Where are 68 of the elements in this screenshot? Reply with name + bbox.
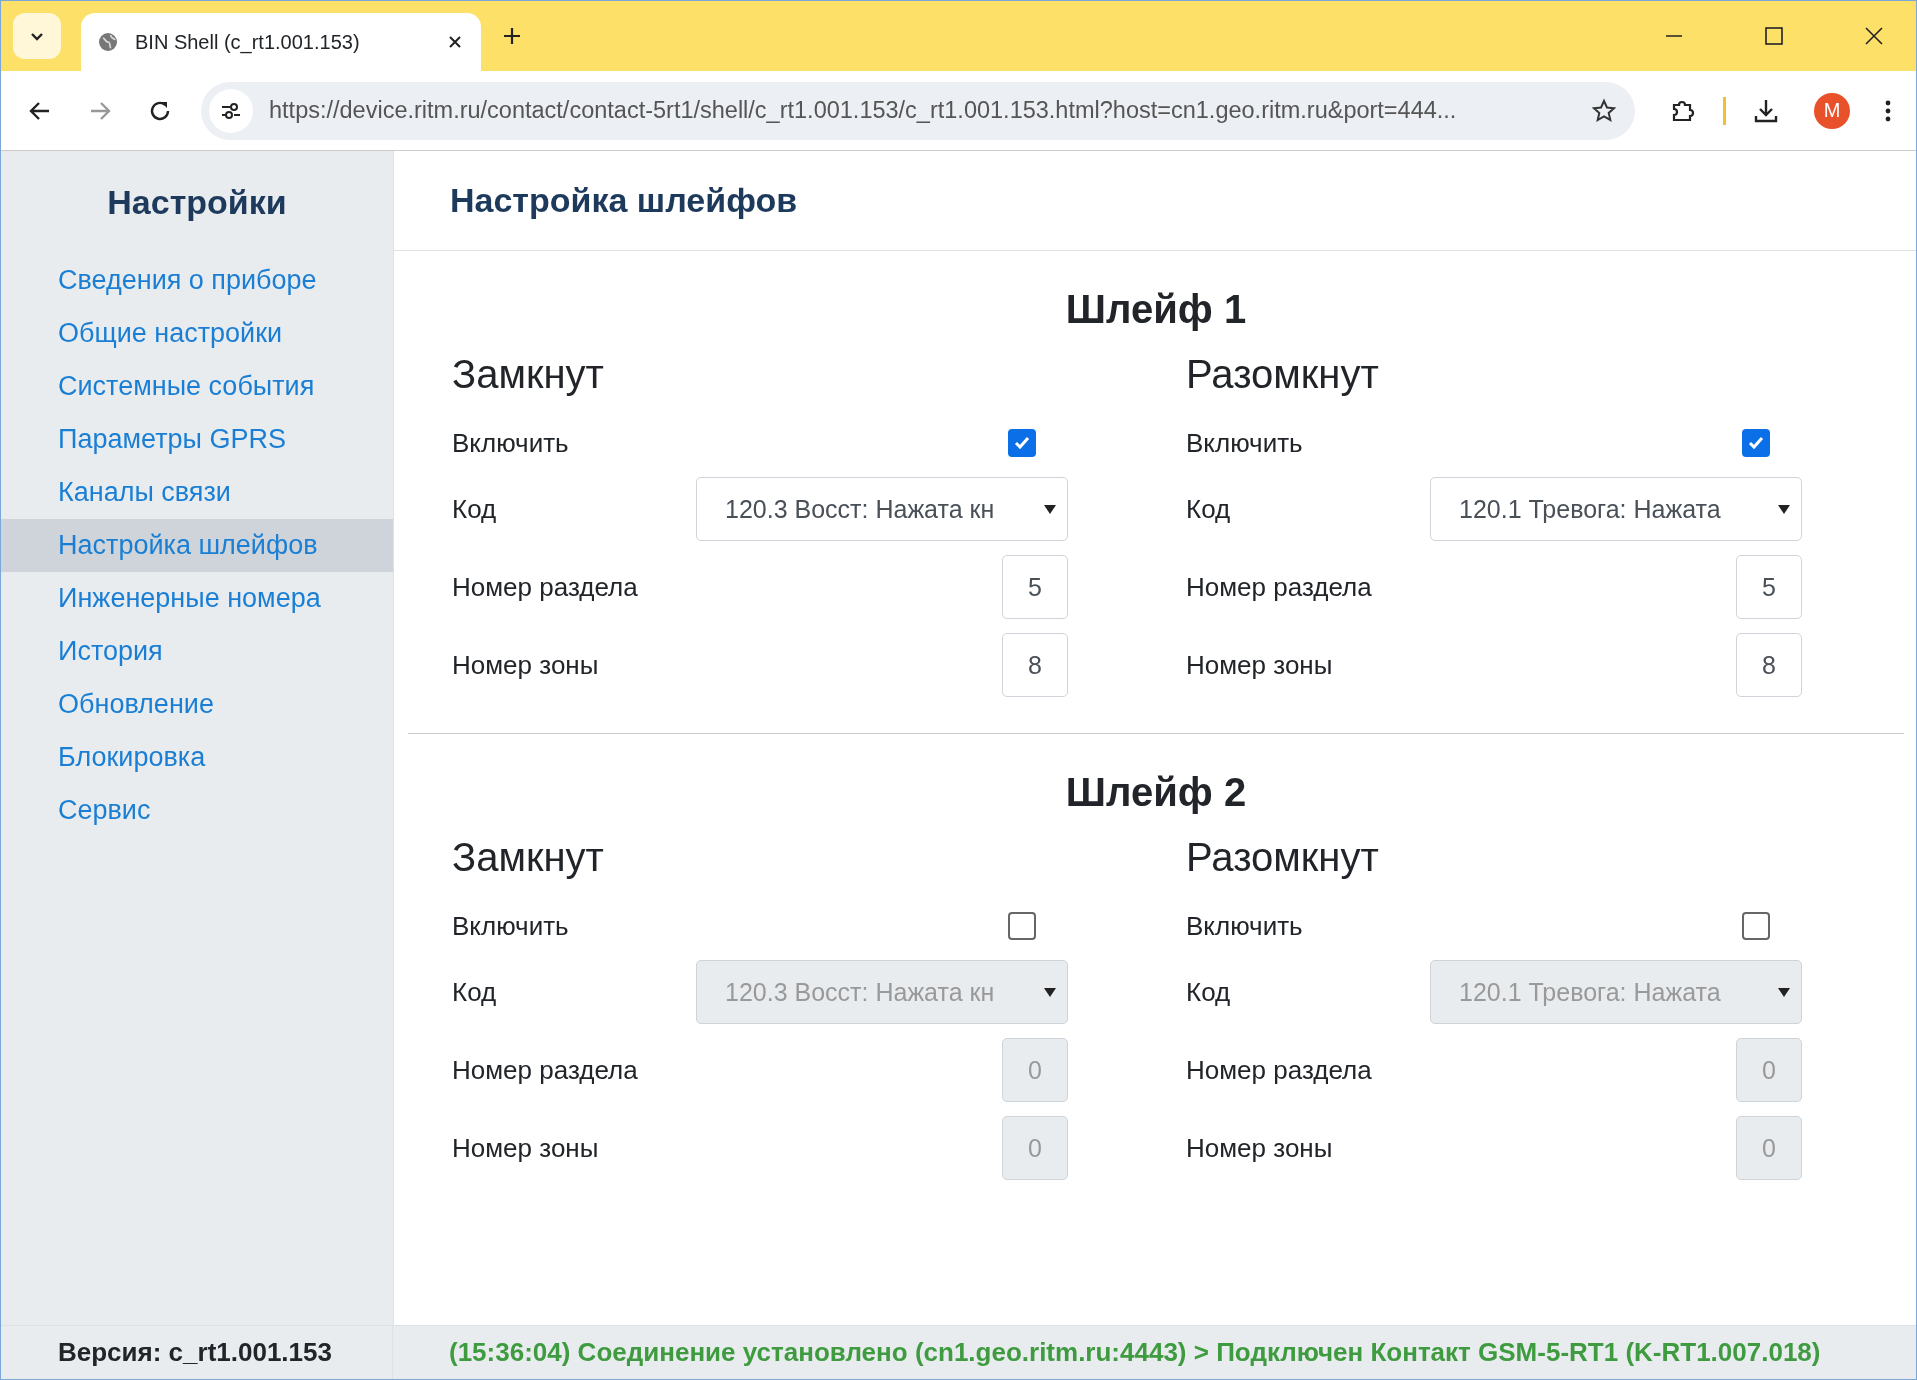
field-label: Код bbox=[1186, 493, 1231, 525]
partition-input[interactable]: 0 bbox=[1002, 1038, 1068, 1102]
loop-title: Шлейф 1 bbox=[1064, 287, 1248, 332]
sidebar-link[interactable]: Инженерные номера bbox=[1, 572, 393, 625]
caret-icon bbox=[1777, 503, 1791, 515]
field-label: Включить bbox=[452, 427, 569, 459]
enable-checkbox[interactable] bbox=[1008, 429, 1036, 457]
sidebar-link[interactable]: Сведения о приборе bbox=[1, 254, 393, 307]
field-label: Номер зоны bbox=[1186, 1132, 1333, 1164]
profile-avatar[interactable]: M bbox=[1814, 92, 1850, 129]
code-select[interactable]: 120.1 Тревога: Нажата bbox=[1430, 960, 1802, 1024]
globe-icon bbox=[97, 31, 119, 53]
caret-icon bbox=[1777, 986, 1791, 998]
partition-input[interactable]: 5 bbox=[1736, 555, 1802, 619]
address-bar[interactable]: https://device.ritm.ru/contact/contact-5rt1/shell/c_rt1.001.153/c_rt1.001.153.html?host=cn1.geo.ritm.ru&port=444... bbox=[201, 81, 1635, 140]
field-label: Номер раздела bbox=[1186, 1054, 1372, 1086]
field-label: Включить bbox=[1186, 910, 1303, 942]
loop-title: Шлейф 2 bbox=[1064, 770, 1248, 815]
state-title: Замкнут bbox=[452, 352, 605, 397]
url-text: https://device.ritm.ru/contact/contact-5rt1/shell/c_rt1.001.153/c_rt1.001.153.html?host=cn1.geo.ritm.ru&port=444... bbox=[269, 97, 1458, 124]
partition-input[interactable]: 5 bbox=[1002, 555, 1068, 619]
caret-icon bbox=[1043, 503, 1057, 515]
zone-input[interactable]: 8 bbox=[1002, 633, 1068, 697]
sidebar-title: Настройки bbox=[106, 182, 288, 223]
new-tab-icon[interactable] bbox=[501, 25, 523, 47]
state-title: Разомкнут bbox=[1186, 352, 1380, 397]
status-message: (15:36:04) Соединение установлено (cn1.geo.ritm.ru:4443) > Подключен Контакт GSM-5-RT1 (K-RT1.007.018) bbox=[448, 1337, 1822, 1368]
browser-tab[interactable]: BIN Shell (c_rt1.001.153) bbox=[81, 13, 481, 71]
sidebar-link[interactable]: История bbox=[1, 625, 393, 678]
sidebar-link[interactable]: Параметры GPRS bbox=[1, 413, 393, 466]
maximize-icon[interactable] bbox=[1764, 26, 1784, 46]
close-icon[interactable] bbox=[1864, 26, 1884, 46]
code-select[interactable]: 120.3 Восст: Нажата кн bbox=[696, 477, 1068, 541]
field-label: Номер раздела bbox=[452, 1054, 638, 1086]
sidebar-link[interactable]: Общие настройки bbox=[1, 307, 393, 360]
zone-input[interactable]: 0 bbox=[1002, 1116, 1068, 1180]
sidebar-link[interactable]: Сервис bbox=[1, 784, 393, 837]
star-icon[interactable] bbox=[1591, 97, 1617, 124]
enable-checkbox[interactable] bbox=[1742, 429, 1770, 457]
version-text: Версия: c_rt1.001.153 bbox=[1, 1326, 393, 1379]
tab-title: BIN Shell (c_rt1.001.153) bbox=[135, 30, 361, 54]
enable-checkbox[interactable] bbox=[1742, 912, 1770, 940]
close-icon[interactable] bbox=[447, 34, 463, 50]
field-label: Номер зоны bbox=[452, 1132, 599, 1164]
field-label: Код bbox=[452, 976, 497, 1008]
field-label: Включить bbox=[452, 910, 569, 942]
field-label: Номер раздела bbox=[452, 571, 638, 603]
partition-input[interactable]: 0 bbox=[1736, 1038, 1802, 1102]
field-label: Номер раздела bbox=[1186, 571, 1372, 603]
page-title: Настройка шлейфов bbox=[394, 151, 1916, 251]
sidebar-link[interactable]: Каналы связи bbox=[1, 466, 393, 519]
code-select[interactable]: 120.1 Тревога: Нажата bbox=[1430, 477, 1802, 541]
zone-input[interactable]: 8 bbox=[1736, 633, 1802, 697]
state-title: Замкнут bbox=[452, 835, 605, 880]
zone-input[interactable]: 0 bbox=[1736, 1116, 1802, 1180]
field-label: Код bbox=[1186, 976, 1231, 1008]
field-label: Включить bbox=[1186, 427, 1303, 459]
code-select[interactable]: 120.3 Восст: Нажата кн bbox=[696, 960, 1068, 1024]
field-label: Номер зоны bbox=[452, 649, 599, 681]
field-label: Код bbox=[452, 493, 497, 525]
caret-icon bbox=[1043, 986, 1057, 998]
state-title: Разомкнут bbox=[1186, 835, 1380, 880]
sidebar-link[interactable]: Обновление bbox=[1, 678, 393, 731]
sidebar-link[interactable]: Системные события bbox=[1, 360, 393, 413]
sidebar-link[interactable]: Блокировка bbox=[1, 731, 393, 784]
enable-checkbox[interactable] bbox=[1008, 912, 1036, 940]
sidebar-link[interactable]: Настройка шлейфов bbox=[1, 519, 393, 572]
field-label: Номер зоны bbox=[1186, 649, 1333, 681]
